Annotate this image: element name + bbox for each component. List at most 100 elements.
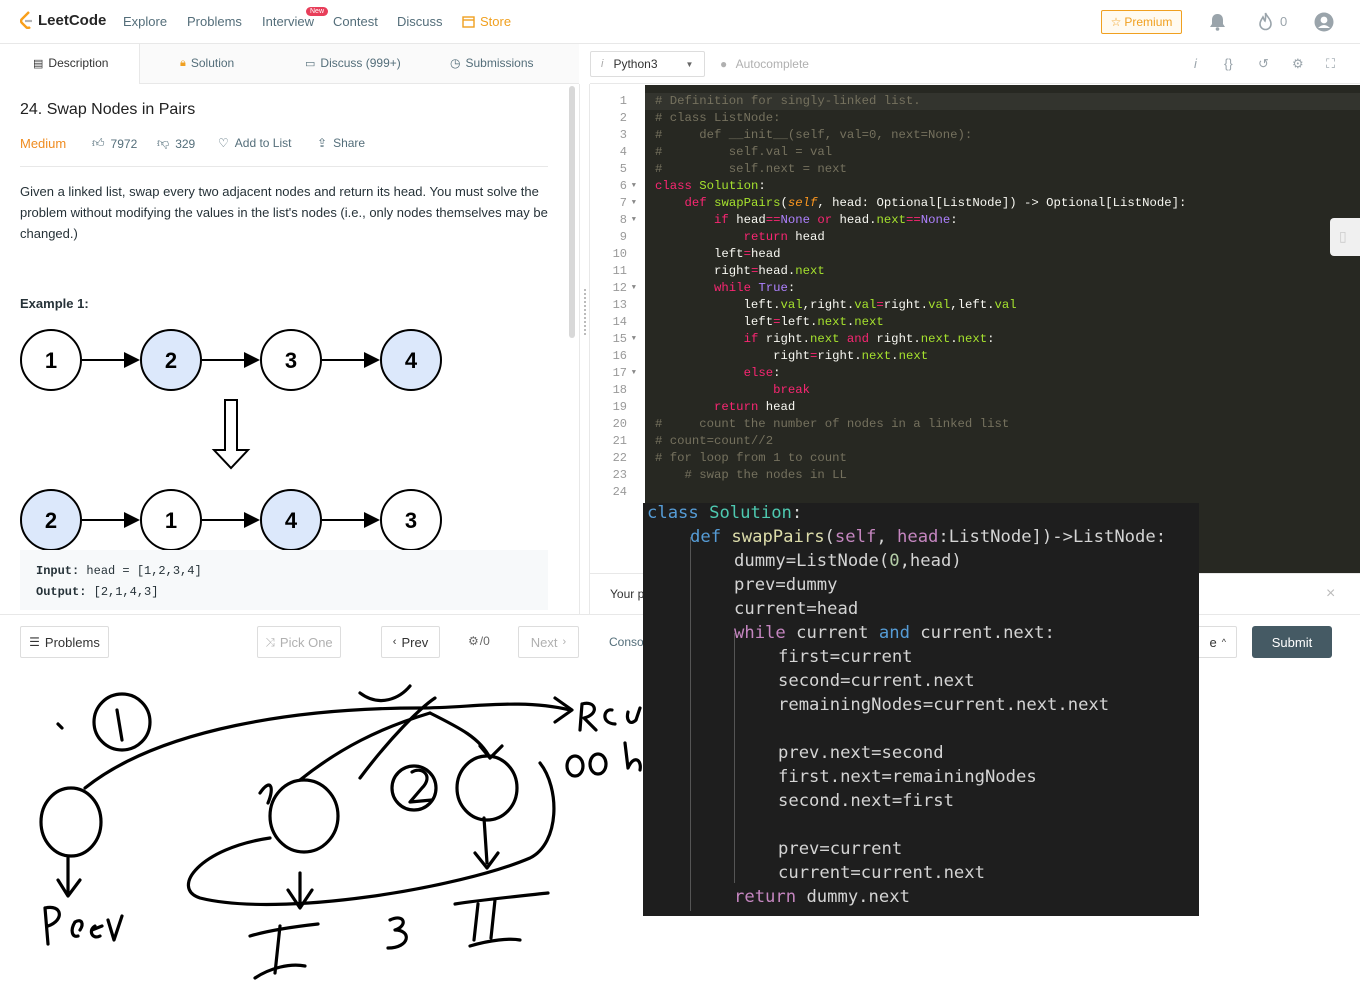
prev-button[interactable]: ‹ Prev [381,626,440,658]
line-number: 16 [612,349,627,363]
fold-arrow-icon[interactable]: ▼ [632,365,636,382]
nav-explore[interactable]: Explore [123,14,167,29]
overlay-code-line: remainingNodes=current.next.next [778,695,1110,715]
autocomplete-label: Autocomplete [735,57,809,71]
code-line: def swapPairs(self, head: Optional[ListN… [684,196,1187,210]
tab-discuss[interactable]: ▭ Discuss (999+) [305,56,401,70]
dislike-button[interactable]: 👎︎ 329 [157,136,195,151]
premium-label: Premium [1124,15,1173,29]
code-line: if head==None or head.next==None: [714,213,958,227]
page-text: /0 [479,634,490,648]
line-number: 8 [619,213,627,227]
list-node-label: 2 [45,508,57,533]
tab-solution[interactable]: 🔒︎ Solution [180,56,234,70]
panel-resizer[interactable] [579,84,590,614]
code-editor[interactable]: # Definition for singly-linked list. # c… [645,85,1360,573]
input-label: Input: [36,564,80,578]
autocomplete-toggle[interactable]: ● Autocomplete [720,57,809,71]
output-value: [2,1,4,3] [93,585,159,599]
share-icon: ⇪ [317,136,328,150]
add-to-list-button[interactable]: ♡ Add to List [218,136,291,150]
overlay-code-line: prev=dummy [734,575,838,595]
chevron-right-icon: › [562,636,567,648]
fold-arrow-icon[interactable]: ▼ [632,178,636,195]
list-node-label: 4 [405,348,418,373]
fold-arrow-icon[interactable]: ▼ [632,212,636,229]
tab-discuss-label: Discuss (999+) [320,56,401,70]
line-number-gutter: 1 2 3 4 5 6 ▼ 7 ▼ 8 ▼ 9 10 11 12 ▼ 13 14 15 ▼ 16 17 ▼ 18 19 20 21 2… [590,85,645,573]
tab-description-label: Description [48,56,109,70]
nav-store[interactable]: Store [462,14,511,29]
braces-icon[interactable]: {} [1224,56,1233,71]
code-line: left.val,right.val=right.val,left.val [655,298,1017,312]
list-node-label: 3 [285,348,297,373]
side-panel-toggle[interactable]: ▯ [1330,218,1360,256]
pick-one-button[interactable]: ⤨ Pick One [257,626,341,658]
nav-problems[interactable]: Problems [187,14,242,29]
language-select[interactable]: i Python3 ▼ [590,51,705,77]
fold-arrow-icon[interactable]: ▼ [632,331,636,348]
line-number: 10 [612,247,627,261]
code-line: left=left.next.next [655,315,884,329]
like-button[interactable]: 👍︎ 7972 [92,136,137,151]
new-badge: New [306,7,329,16]
tab-submissions[interactable]: ◷ Submissions [450,56,534,70]
tab-description[interactable]: ▤ Description [33,56,108,70]
pick-one-label: Pick One [279,634,333,650]
copy-icon: ▯ [1339,228,1347,244]
shuffle-icon: ⤨ [265,634,275,649]
line-number: 19 [612,400,627,414]
reset-icon[interactable]: ↺ [1258,56,1269,72]
input-value: head = [1,2,3,4] [86,564,202,578]
line-number: 3 [619,128,627,142]
like-count: 7972 [110,136,138,151]
line-number: 9 [619,230,627,244]
next-button[interactable]: Next › [518,626,579,658]
description-scrollbar[interactable] [569,86,575,338]
share-button[interactable]: ⇪ Share [317,136,365,150]
list-node-label: 2 [165,348,177,373]
info-icon[interactable]: i [1194,56,1197,71]
chevron-up-icon: ^ [1221,637,1226,647]
bug-icon: ⚙ [468,634,479,648]
settings-icon[interactable]: ⚙ [1292,56,1304,72]
code-line: # count=count//2 [655,434,774,448]
leetcode-logo[interactable]: LeetCode [20,11,106,29]
avatar[interactable] [1314,12,1334,32]
document-icon: ▤ [33,57,44,70]
code-line: # self.val = val [655,145,833,159]
list-node-label: 1 [165,508,177,533]
premium-button[interactable]: ☆ Premium [1101,10,1182,34]
list-node-label: 1 [45,348,57,373]
code-line: break [773,383,810,397]
flame-icon[interactable] [1258,12,1273,31]
fullscreen-icon[interactable]: ⛶ [1326,56,1335,72]
problem-counter: ⚙ /0 [468,634,490,648]
line-number: 17 [612,366,627,380]
nav-discuss[interactable]: Discuss [397,14,443,29]
chevron-down-icon: ▼ [685,59,694,69]
example-io: Input: head = [1,2,3,4] Output: [2,1,4,3… [20,550,548,610]
list-node-label: 4 [285,508,298,533]
fold-arrow-icon[interactable]: ▼ [632,280,636,297]
handwritten-sketch [39,684,642,980]
close-icon[interactable]: × [1326,585,1335,603]
overlay-code-line: class Solution: [647,503,803,523]
submit-button[interactable]: Submit [1252,626,1332,658]
indent-guide [734,633,735,883]
solution-code-overlay: class Solution: def swapPairs(self, head… [643,503,1199,916]
code-line: right=right.next.next [655,349,929,363]
code-line: else: [743,366,781,380]
indent-guide [690,537,691,911]
overlay-code-line: second=current.next [778,671,975,691]
list-icon: ☰ [29,635,40,649]
dislike-count: 329 [175,136,196,151]
problems-button[interactable]: ☰ Problems [20,626,109,658]
console-toggle[interactable]: Conso [609,635,644,649]
code-line: # def __init__(self, val=0, next=None): [655,128,973,142]
line-number: 18 [612,383,627,397]
nav-contest[interactable]: Contest [333,14,378,29]
nav-interview[interactable]: Interview [262,14,314,29]
fold-arrow-icon[interactable]: ▼ [632,195,636,212]
bell-icon[interactable] [1209,13,1226,31]
